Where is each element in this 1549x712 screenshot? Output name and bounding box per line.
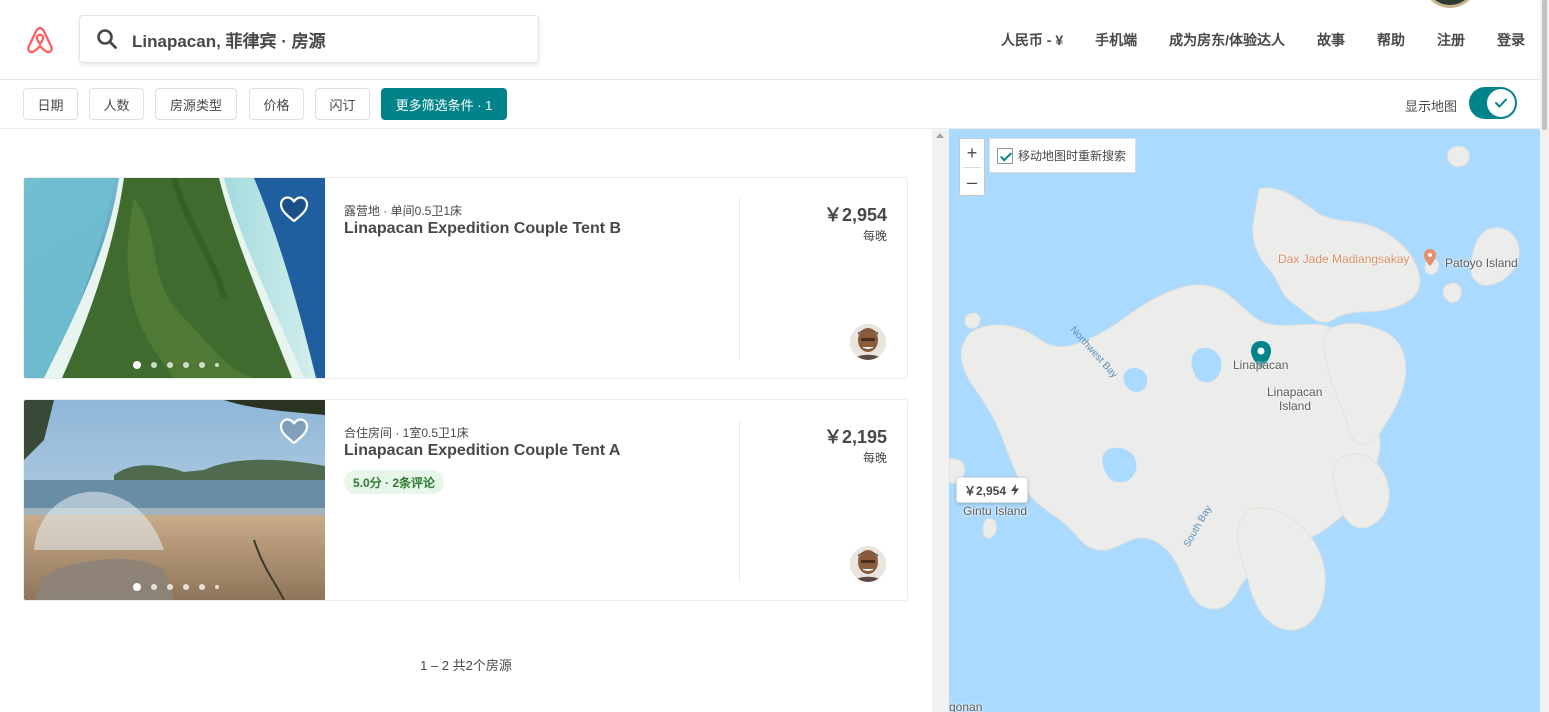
listing-card[interactable]: 露营地 · 单间0.5卫1床 Linapacan Expedition Coup… (23, 177, 908, 379)
map-panel[interactable]: + – 移动地图时重新搜索 Dax Jade Madlangsakay Pato… (949, 129, 1540, 712)
carousel-dot[interactable] (151, 584, 157, 590)
carousel-dot[interactable] (215, 585, 219, 589)
listing-title[interactable]: Linapacan Expedition Couple Tent B (344, 220, 621, 238)
carousel-dot[interactable] (167, 362, 173, 368)
card-divider (739, 198, 740, 360)
map-price-pin[interactable]: ￥2,954 (956, 477, 1029, 503)
show-map-label: 显示地图 (1405, 99, 1458, 114)
redo-search-checkbox[interactable] (997, 147, 1013, 164)
carousel-dot[interactable] (133, 583, 141, 591)
search-icon (97, 29, 117, 49)
price-unit: 每晚 (862, 451, 887, 465)
filter-home-type[interactable]: 房源类型 (155, 88, 237, 120)
photo-carousel-dots (133, 361, 229, 369)
checkmark-icon (1495, 98, 1507, 108)
nav-sign-up[interactable]: 注册 (1437, 30, 1465, 50)
scroll-up-arrow-icon[interactable] (936, 133, 944, 138)
page-scrollbar[interactable] (1540, 0, 1549, 712)
listing-title[interactable]: Linapacan Expedition Couple Tent A (344, 442, 620, 460)
nav-help[interactable]: 帮助 (1377, 30, 1405, 50)
pagination-summary: 1 – 2 共2个房源 (420, 658, 512, 673)
nav-log-in[interactable]: 登录 (1497, 30, 1525, 50)
listing-price: ￥2,954 (823, 205, 887, 225)
listing-price: ￥2,195 (823, 427, 887, 447)
results-list: 露营地 · 单间0.5卫1床 Linapacan Expedition Coup… (0, 129, 932, 712)
top-header: Linapacan, 菲律宾 · 房源 人民币 - ¥ 手机端 成为房东/体验达… (0, 0, 1549, 80)
carousel-dot[interactable] (199, 584, 205, 590)
rating-badge: 5.0分 · 2条评论 (344, 470, 445, 494)
listing-meta: 露营地 · 单间0.5卫1床 (344, 204, 463, 218)
page-scrollbar-thumb[interactable] (1542, 0, 1547, 130)
map-zoom-control: + – (959, 138, 985, 196)
map-label-patoyo-island: Patoyo Island (1445, 256, 1518, 270)
map-label-linapacan: Linapacan (1233, 358, 1289, 372)
listing-meta: 合住房间 · 1室0.5卫1床 (344, 426, 469, 440)
filter-more-filters-button[interactable]: 更多筛选条件 · 1 (381, 88, 507, 120)
nav-currency[interactable]: 人民币 - ¥ (1001, 30, 1063, 50)
host-avatar[interactable] (850, 324, 886, 360)
map-label-partial: gonan (949, 700, 983, 712)
map-label-linapacan-island-2: Island (1279, 399, 1312, 413)
carousel-dot[interactable] (133, 361, 141, 369)
map-label-poi[interactable]: Dax Jade Madlangsakay (1278, 252, 1409, 266)
nav-stories[interactable]: 故事 (1317, 30, 1345, 50)
search-input-value[interactable]: Linapacan, 菲律宾 · 房源 (132, 27, 326, 52)
photo-carousel-dots (133, 583, 229, 591)
filter-dates[interactable]: 日期 (23, 88, 78, 120)
card-divider (739, 420, 740, 582)
location-search-box[interactable]: Linapacan, 菲律宾 · 房源 (79, 15, 539, 63)
filter-instant-book[interactable]: 闪订 (315, 88, 370, 120)
save-heart-icon[interactable] (278, 194, 310, 224)
zoom-out-button[interactable]: – (960, 168, 984, 196)
redo-search-on-move[interactable]: 移动地图时重新搜索 (989, 138, 1137, 173)
price-unit: 每晚 (862, 229, 887, 243)
redo-search-label: 移动地图时重新搜索 (1018, 149, 1127, 163)
carousel-dot[interactable] (183, 584, 189, 590)
save-heart-icon[interactable] (278, 416, 310, 446)
host-portrait (850, 324, 886, 360)
nav-become-host[interactable]: 成为房东/体验达人 (1169, 30, 1285, 50)
nav-mobile[interactable]: 手机端 (1095, 30, 1137, 50)
map-label-gintu-island: Gintu Island (963, 504, 1028, 518)
carousel-dot[interactable] (199, 362, 205, 368)
listing-card[interactable]: 合住房间 · 1室0.5卫1床 Linapacan Expedition Cou… (23, 399, 908, 601)
results-scrollbar[interactable] (932, 129, 949, 712)
host-avatar[interactable] (850, 546, 886, 582)
instant-book-bolt-icon (1011, 484, 1020, 496)
map-price-pin-label: ￥2,954 (964, 483, 1007, 498)
filter-bar: 日期 人数 房源类型 价格 闪订 更多筛选条件 · 1 显示地图 (0, 80, 1549, 129)
toggle-knob (1487, 89, 1515, 117)
carousel-dot[interactable] (183, 362, 189, 368)
zoom-in-button[interactable]: + (960, 139, 984, 167)
filter-price[interactable]: 价格 (249, 88, 304, 120)
show-map-toggle[interactable] (1469, 87, 1517, 119)
carousel-dot[interactable] (167, 584, 173, 590)
carousel-dot[interactable] (215, 363, 219, 367)
top-nav: 人民币 - ¥ 手机端 成为房东/体验达人 故事 帮助 注册 登录 (969, 0, 1525, 80)
filter-guests[interactable]: 人数 (89, 88, 144, 120)
airbnb-logo-icon[interactable] (24, 24, 56, 56)
map-land-shapes (949, 145, 1520, 631)
carousel-dot[interactable] (151, 362, 157, 368)
host-portrait (850, 546, 886, 582)
map-label-linapacan-island-1: Linapacan (1267, 385, 1323, 399)
